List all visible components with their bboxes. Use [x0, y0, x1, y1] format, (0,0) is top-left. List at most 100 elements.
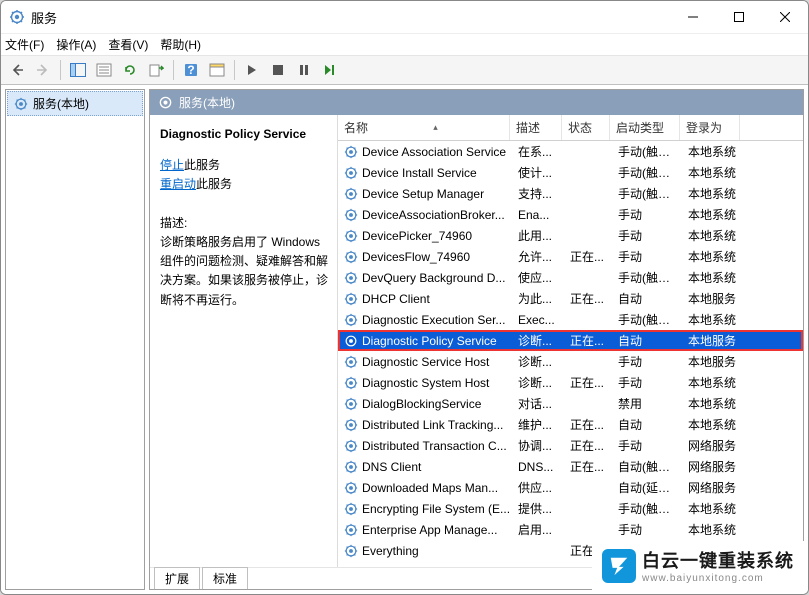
restart-service-button[interactable] — [318, 58, 342, 82]
col-header-desc[interactable]: 描述 — [510, 115, 562, 140]
service-row[interactable]: Diagnostic System Host诊断...正在...手动本地系统 — [338, 372, 803, 393]
minimize-button[interactable] — [670, 1, 716, 33]
service-name: Distributed Transaction C... — [362, 439, 507, 453]
start-service-button[interactable] — [240, 58, 264, 82]
col-header-logon[interactable]: 登录为 — [680, 115, 740, 140]
service-desc: Ena... — [512, 208, 564, 222]
gear-icon — [344, 460, 358, 474]
service-row[interactable]: DevQuery Background D...使应...手动(触发...本地系… — [338, 267, 803, 288]
service-start: 自动 — [612, 416, 682, 433]
service-start: 手动(触发... — [612, 500, 682, 517]
gear-icon — [14, 97, 28, 111]
service-row[interactable]: Downloaded Maps Man...供应...自动(延迟...网络服务 — [338, 477, 803, 498]
gear-icon — [344, 292, 358, 306]
service-start: 手动(触发... — [612, 164, 682, 181]
watermark: 白云一键重装系统 www.baiyunxitong.com — [592, 541, 804, 590]
service-row[interactable]: DNS ClientDNS...正在...自动(触发...网络服务 — [338, 456, 803, 477]
show-hide-tree-button[interactable] — [66, 58, 90, 82]
service-row[interactable]: Device Setup Manager支持...手动(触发...本地系统 — [338, 183, 803, 204]
menu-help[interactable]: 帮助(H) — [160, 36, 201, 53]
nav-forward-button[interactable] — [31, 58, 55, 82]
service-name: DevicesFlow_74960 — [362, 250, 470, 264]
service-start: 自动(延迟... — [612, 479, 682, 496]
service-name: Everything — [362, 544, 419, 558]
service-row[interactable]: Device Association Service在系...手动(触发...本… — [338, 141, 803, 162]
properties-button[interactable] — [92, 58, 116, 82]
maximize-button[interactable] — [716, 1, 762, 33]
gear-icon — [344, 313, 358, 327]
service-list-pane[interactable]: 名称▴ 描述 状态 启动类型 登录为 Device Association Se… — [338, 115, 803, 567]
menu-view[interactable]: 查看(V) — [108, 36, 148, 53]
window-title: 服务 — [31, 8, 57, 27]
service-start: 自动(触发... — [612, 458, 682, 475]
right-pane: 服务(本地) Diagnostic Policy Service 停止此服务 重… — [149, 89, 804, 590]
desc-text: 诊断策略服务启用了 Windows 组件的问题检测、疑难解答和解决方案。如果该服… — [160, 233, 329, 310]
watermark-subtitle: www.baiyunxitong.com — [642, 573, 794, 584]
service-desc: Exec... — [512, 313, 564, 327]
service-status: 正在... — [564, 416, 612, 433]
col-header-status[interactable]: 状态 — [562, 115, 610, 140]
service-row[interactable]: DeviceAssociationBroker...Ena...手动本地系统 — [338, 204, 803, 225]
refresh-button[interactable] — [118, 58, 142, 82]
service-start: 手动 — [612, 248, 682, 265]
restart-link[interactable]: 重启动 — [160, 177, 196, 191]
service-row[interactable]: Encrypting File System (E...提供...手动(触发..… — [338, 498, 803, 519]
list-header: 名称▴ 描述 状态 启动类型 登录为 — [338, 115, 803, 141]
service-row[interactable]: Distributed Link Tracking...维护...正在...自动… — [338, 414, 803, 435]
export-button[interactable] — [144, 58, 168, 82]
gear-icon — [344, 271, 358, 285]
stop-link[interactable]: 停止 — [160, 158, 184, 172]
service-row[interactable]: DHCP Client为此...正在...自动本地服务 — [338, 288, 803, 309]
col-header-start[interactable]: 启动类型 — [610, 115, 680, 140]
service-row[interactable]: DevicePicker_74960此用...手动本地系统 — [338, 225, 803, 246]
help-button[interactable]: ? — [179, 58, 203, 82]
service-logon: 本地系统 — [682, 143, 742, 160]
service-row[interactable]: Diagnostic Service Host诊断...手动本地服务 — [338, 351, 803, 372]
stop-service-button[interactable] — [266, 58, 290, 82]
service-row[interactable]: Distributed Transaction C...协调...正在...手动… — [338, 435, 803, 456]
toolbar-separator — [234, 60, 235, 80]
tree-pane[interactable]: 服务(本地) — [5, 89, 145, 590]
gear-icon — [344, 544, 358, 558]
service-logon: 本地系统 — [682, 416, 742, 433]
service-name: Enterprise App Manage... — [362, 523, 497, 537]
menu-action[interactable]: 操作(A) — [56, 36, 96, 53]
service-row[interactable]: DevicesFlow_74960允许...正在...手动本地系统 — [338, 246, 803, 267]
service-row[interactable]: Enterprise App Manage...启用...手动本地系统 — [338, 519, 803, 540]
service-start: 手动 — [612, 437, 682, 454]
right-content: Diagnostic Policy Service 停止此服务 重启动此服务 描… — [150, 115, 803, 567]
service-desc: 使计... — [512, 164, 564, 181]
pause-service-button[interactable] — [292, 58, 316, 82]
service-desc: 启用... — [512, 521, 564, 538]
tab-extended[interactable]: 扩展 — [154, 567, 200, 589]
service-start: 手动 — [612, 206, 682, 223]
service-status: 正在... — [564, 332, 612, 349]
watermark-title: 白云一键重装系统 — [642, 547, 794, 573]
service-start: 手动 — [612, 521, 682, 538]
service-name: Device Setup Manager — [362, 187, 484, 201]
menu-file[interactable]: 文件(F) — [5, 36, 44, 53]
close-button[interactable] — [762, 1, 808, 33]
service-logon: 本地系统 — [682, 395, 742, 412]
toolbar-separator — [60, 60, 61, 80]
service-row[interactable]: Diagnostic Policy Service诊断...正在...自动本地服… — [338, 330, 803, 351]
service-desc: 诊断... — [512, 332, 564, 349]
service-start: 手动 — [612, 227, 682, 244]
right-pane-header: 服务(本地) — [150, 90, 803, 115]
gear-icon — [344, 502, 358, 516]
gear-icon — [344, 166, 358, 180]
service-row[interactable]: Diagnostic Execution Ser...Exec...手动(触发.… — [338, 309, 803, 330]
service-desc: 诊断... — [512, 353, 564, 370]
action-button[interactable] — [205, 58, 229, 82]
watermark-logo-icon — [602, 549, 636, 583]
col-header-name[interactable]: 名称▴ — [338, 115, 510, 140]
service-logon: 网络服务 — [682, 437, 742, 454]
service-row[interactable]: Device Install Service使计...手动(触发...本地系统 — [338, 162, 803, 183]
tab-standard[interactable]: 标准 — [202, 567, 248, 589]
nav-back-button[interactable] — [5, 58, 29, 82]
titlebar: 服务 — [1, 1, 808, 33]
service-row[interactable]: DialogBlockingService对话...禁用本地系统 — [338, 393, 803, 414]
tree-node-services-local[interactable]: 服务(本地) — [7, 91, 143, 116]
detail-pane: Diagnostic Policy Service 停止此服务 重启动此服务 描… — [150, 115, 338, 567]
service-logon: 本地系统 — [682, 248, 742, 265]
